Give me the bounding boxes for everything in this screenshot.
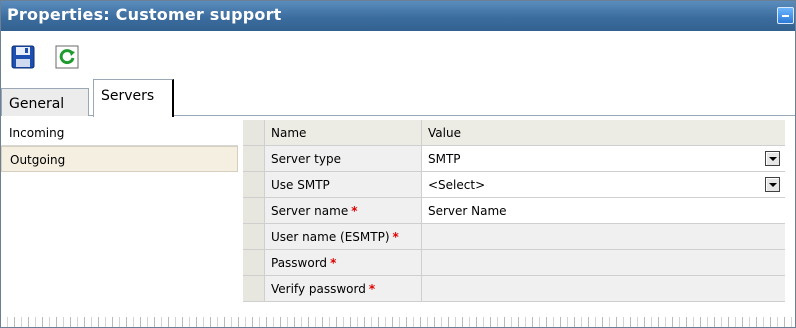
grid-header-row: Name Value xyxy=(243,120,785,146)
password-field[interactable] xyxy=(422,250,785,275)
tab-general[interactable]: General xyxy=(1,88,89,116)
use-smtp-value: <Select> xyxy=(428,178,486,192)
required-marker: * xyxy=(392,230,399,244)
property-label: User name (ESMTP) * xyxy=(265,224,422,249)
row-server-type: Server type SMTP xyxy=(243,146,785,172)
row-verify-password: Verify password * xyxy=(243,276,785,302)
value-column-header: Value xyxy=(422,120,785,145)
row-user-name: User name (ESMTP) * xyxy=(243,224,785,250)
required-marker: * xyxy=(330,256,337,270)
server-name-value: Server Name xyxy=(428,204,507,218)
server-list: Incoming Outgoing xyxy=(1,120,238,172)
property-label: Password * xyxy=(265,250,422,275)
save-icon xyxy=(11,45,35,69)
row-handle[interactable] xyxy=(243,224,265,249)
property-label: Verify password * xyxy=(265,276,422,301)
dropdown-arrow-icon[interactable] xyxy=(765,177,780,192)
server-type-value: SMTP xyxy=(428,152,461,166)
server-type-select[interactable]: SMTP xyxy=(422,146,785,171)
row-handle xyxy=(243,120,265,145)
tab-strip: General Servers xyxy=(1,75,795,117)
row-handle[interactable] xyxy=(243,146,265,171)
window-title: Properties: Customer support xyxy=(7,5,282,24)
row-password: Password * xyxy=(243,250,785,276)
minimize-button[interactable] xyxy=(777,7,794,24)
required-marker: * xyxy=(351,204,358,218)
refresh-button[interactable] xyxy=(55,45,79,69)
required-marker: * xyxy=(368,282,376,296)
tab-servers[interactable]: Servers xyxy=(93,79,174,117)
property-label: Use SMTP xyxy=(265,172,422,197)
row-handle[interactable] xyxy=(243,198,265,223)
list-item-incoming[interactable]: Incoming xyxy=(1,120,238,146)
save-button[interactable] xyxy=(11,45,35,69)
row-server-name: Server name * Server Name xyxy=(243,198,785,224)
list-item-outgoing[interactable]: Outgoing xyxy=(1,146,238,172)
row-handle[interactable] xyxy=(243,250,265,275)
properties-grid: Name Value Server type SMTP Use SMTP <Se… xyxy=(243,120,785,302)
dropdown-arrow-icon[interactable] xyxy=(765,151,780,166)
name-column-header: Name xyxy=(265,120,422,145)
use-smtp-select[interactable]: <Select> xyxy=(422,172,785,197)
verify-password-field[interactable] xyxy=(422,276,785,301)
refresh-icon xyxy=(55,45,79,69)
row-handle[interactable] xyxy=(243,172,265,197)
properties-window: Properties: Customer support General Ser… xyxy=(0,0,796,328)
server-name-field[interactable]: Server Name xyxy=(422,198,785,223)
title-bar: Properties: Customer support xyxy=(1,1,795,31)
property-label: Server type xyxy=(265,146,422,171)
user-name-field[interactable] xyxy=(422,224,785,249)
bottom-strip xyxy=(1,317,795,327)
row-use-smtp: Use SMTP <Select> xyxy=(243,172,785,198)
toolbar xyxy=(1,31,795,75)
row-handle[interactable] xyxy=(243,276,265,301)
property-label: Server name * xyxy=(265,198,422,223)
